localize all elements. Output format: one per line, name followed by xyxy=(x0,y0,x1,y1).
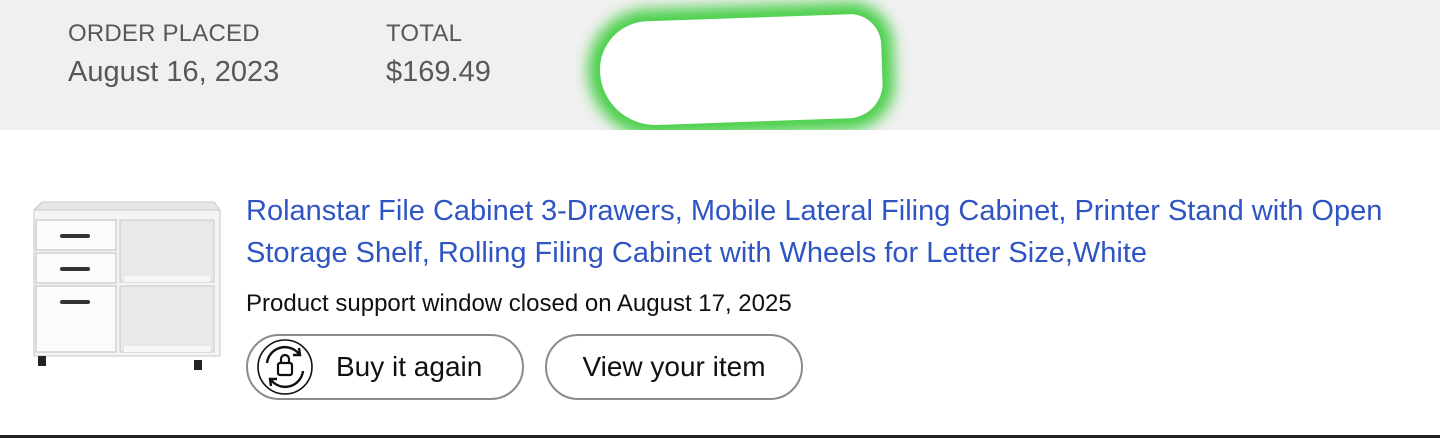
order-total-label: TOTAL xyxy=(386,20,463,47)
file-cabinet-image xyxy=(32,201,221,370)
support-window-text: Product support window closed on August … xyxy=(246,290,792,317)
buy-it-again-label: Buy it again xyxy=(336,351,483,382)
reorder-icon xyxy=(254,336,316,398)
redaction-mark xyxy=(598,13,884,127)
order-header: ORDER PLACED August 16, 2023 TOTAL $169.… xyxy=(0,0,1440,130)
order-placed-label: ORDER PLACED xyxy=(68,20,260,47)
order-total-column: TOTAL $169.49 xyxy=(386,20,491,89)
product-title-link[interactable]: Rolanstar File Cabinet 3-Drawers, Mobile… xyxy=(246,190,1406,274)
order-placed-value: August 16, 2023 xyxy=(68,56,280,88)
order-total-value: $169.49 xyxy=(386,56,491,88)
product-thumbnail[interactable] xyxy=(28,196,224,374)
view-your-item-label: View your item xyxy=(582,351,766,382)
buy-it-again-button[interactable]: Buy it again xyxy=(246,334,524,400)
order-placed-column: ORDER PLACED August 16, 2023 xyxy=(68,20,279,89)
view-your-item-button[interactable]: View your item xyxy=(545,334,803,400)
